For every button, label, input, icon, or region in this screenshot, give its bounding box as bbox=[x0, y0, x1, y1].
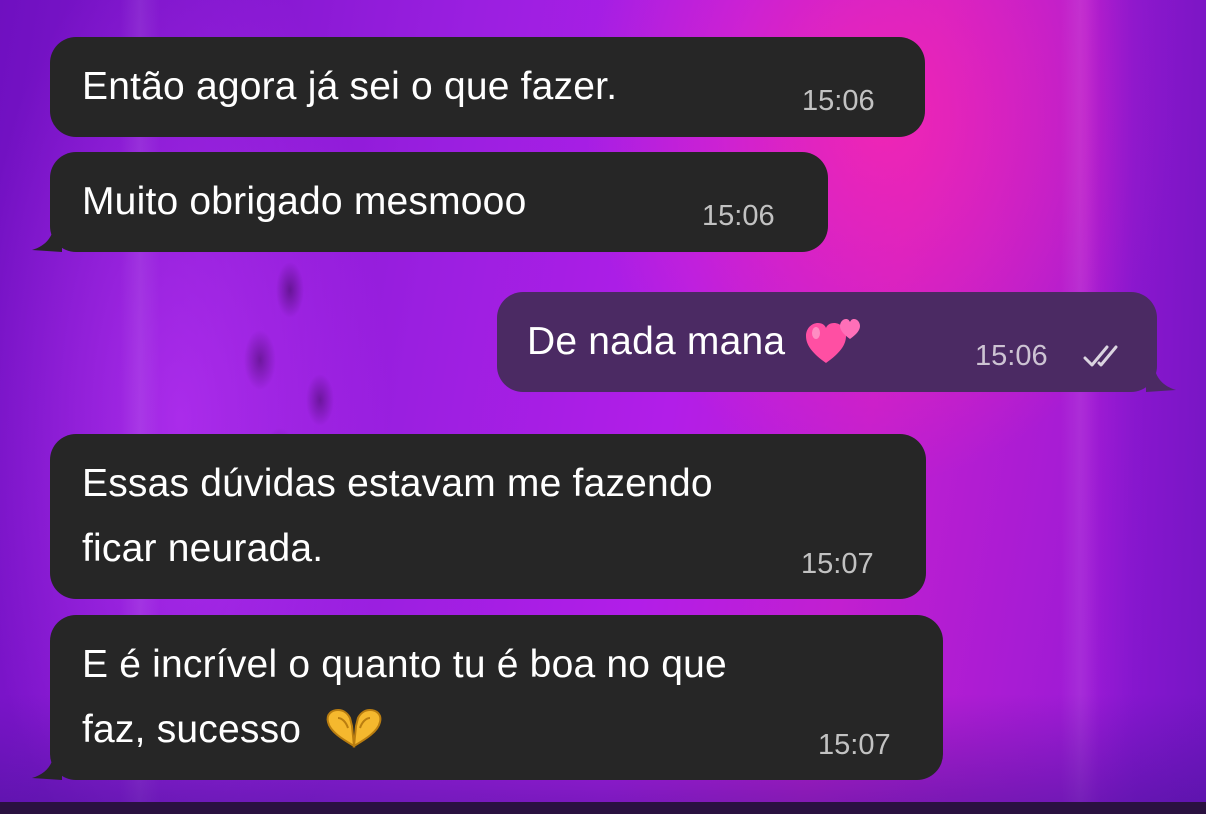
message-bubble-incoming[interactable]: E é incrível o quanto tu é boa no que fa… bbox=[50, 615, 943, 780]
message-timestamp: 15:06 bbox=[975, 340, 1048, 372]
bubble-tail-incoming bbox=[32, 750, 62, 780]
read-double-check-icon bbox=[1083, 345, 1118, 367]
wallpaper-wall-edge bbox=[1086, 0, 1206, 814]
message-bubble-outgoing[interactable]: De nada mana 15:06 bbox=[497, 292, 1157, 392]
message-timestamp: 15:07 bbox=[801, 548, 874, 580]
heart-hands-emoji bbox=[326, 708, 382, 748]
message-text-line: faz, sucesso bbox=[82, 700, 384, 760]
message-text-content: De nada mana bbox=[527, 320, 786, 363]
bubble-tail-outgoing bbox=[1146, 362, 1176, 392]
message-bubble-incoming[interactable]: Muito obrigado mesmooo 15:06 bbox=[50, 152, 828, 252]
two-hearts-emoji bbox=[806, 318, 861, 363]
message-timestamp: 15:07 bbox=[818, 729, 891, 761]
message-text-line: E é incrível o quanto tu é boa no que bbox=[82, 643, 727, 686]
bubble-tail-incoming bbox=[32, 222, 62, 252]
message-text: Muito obrigado mesmooo bbox=[82, 180, 527, 223]
message-text-line: ficar neurada. bbox=[82, 527, 324, 570]
message-text-content: faz, sucesso bbox=[82, 708, 302, 751]
message-bubble-incoming[interactable]: Então agora já sei o que fazer. 15:06 bbox=[50, 37, 925, 137]
bottom-edge-bar bbox=[0, 802, 1206, 814]
message-timestamp: 15:06 bbox=[702, 200, 775, 232]
message-text: Então agora já sei o que fazer. bbox=[82, 65, 618, 108]
message-timestamp: 15:06 bbox=[802, 85, 875, 117]
message-text: De nada mana bbox=[527, 312, 864, 372]
message-bubble-incoming[interactable]: Essas dúvidas estavam me fazendo ficar n… bbox=[50, 434, 926, 599]
message-text-line: Essas dúvidas estavam me fazendo bbox=[82, 462, 713, 505]
